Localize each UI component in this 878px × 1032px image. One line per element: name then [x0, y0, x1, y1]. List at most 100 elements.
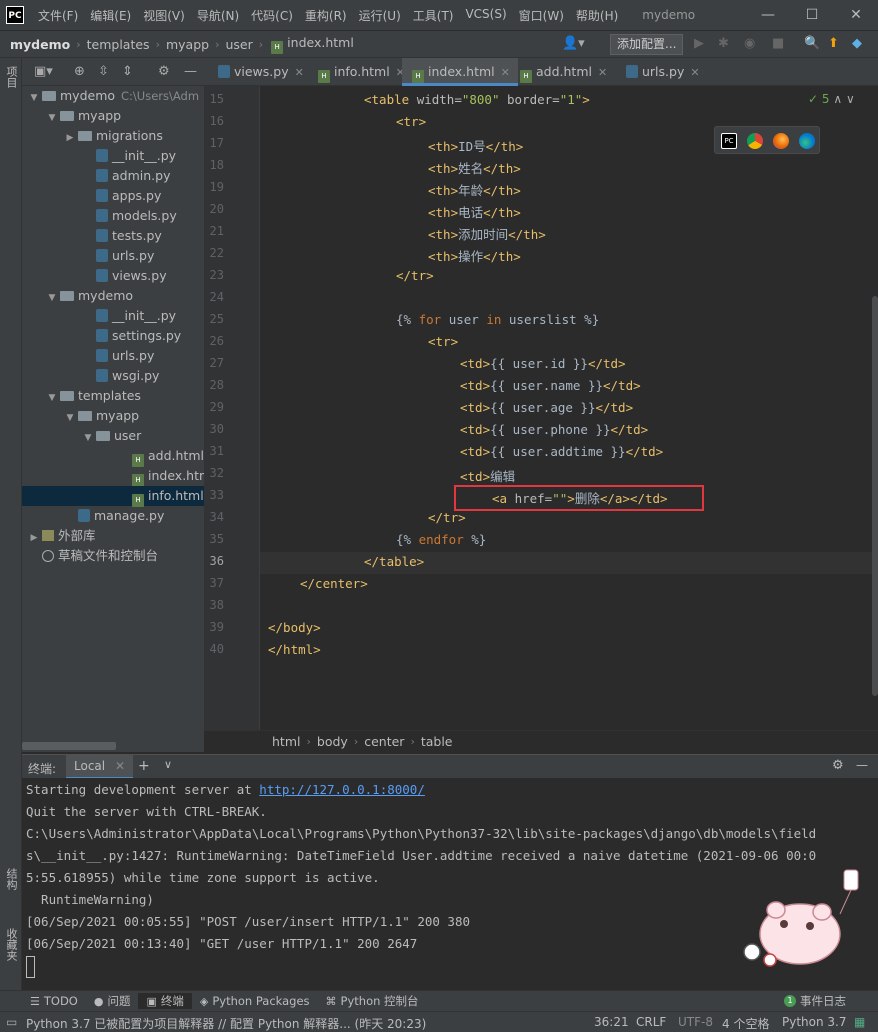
- menu-item[interactable]: 导航(N): [191, 7, 245, 24]
- memory-indicator-icon[interactable]: ▦: [854, 1015, 865, 1029]
- tree-item[interactable]: urls.py: [22, 346, 204, 366]
- tree-item[interactable]: ▼ myapp: [22, 106, 204, 126]
- server-link[interactable]: http://127.0.0.1:8000/: [259, 782, 425, 797]
- tree-item[interactable]: ▶ 外部库: [22, 526, 204, 546]
- code-editor[interactable]: 15 16 17 18 19 20 21 22 23 24 25 26 27 28 29 30 31 32 33 34…: [204, 86, 878, 730]
- update-icon[interactable]: ⬆: [828, 36, 839, 51]
- code-line[interactable]: <th>ID号</th>: [428, 136, 523, 155]
- run-icon[interactable]: ▶: [694, 36, 704, 51]
- maximize-icon[interactable]: ☐: [790, 0, 834, 30]
- close-tab-icon[interactable]: ✕: [501, 66, 510, 79]
- tree-item[interactable]: wsgi.py: [22, 366, 204, 386]
- tool-window-button[interactable]: ▣ 终端: [138, 993, 192, 1009]
- close-tab-icon[interactable]: ✕: [295, 66, 304, 79]
- inspection-widget[interactable]: ✓ 5 ∧ ∨: [808, 92, 855, 106]
- code-line[interactable]: </html>: [268, 642, 321, 657]
- file-encoding[interactable]: UTF-8: [678, 1015, 713, 1029]
- code-line[interactable]: {% endfor %}: [396, 532, 486, 547]
- menu-item[interactable]: VCS(S): [459, 7, 512, 24]
- tree-item[interactable]: ▼ mydemo: [22, 286, 204, 306]
- tree-item[interactable]: Hadd.html: [22, 446, 204, 467]
- tree-item[interactable]: __init__.py: [22, 306, 204, 326]
- tree-item[interactable]: manage.py: [22, 506, 204, 526]
- editor-scrollbar[interactable]: [872, 296, 878, 696]
- tree-item[interactable]: ▶ migrations: [22, 126, 204, 146]
- code-line[interactable]: </table>: [364, 554, 424, 569]
- nav-crumb[interactable]: templates: [87, 37, 150, 52]
- code-line[interactable]: <td>{{ user.name }}</td>: [460, 378, 641, 393]
- structure-crumb[interactable]: center: [364, 734, 404, 749]
- chevron-down-icon[interactable]: ∨: [164, 758, 172, 771]
- event-log-button[interactable]: 1 事件日志: [776, 993, 854, 1009]
- code-line[interactable]: <td>{{ user.addtime }}</td>: [460, 444, 663, 459]
- code-line[interactable]: <tr>: [428, 334, 458, 349]
- user-icon[interactable]: 👤▾: [562, 36, 585, 51]
- tree-scrollbar[interactable]: [22, 742, 116, 750]
- chevron-right-icon[interactable]: ▶: [64, 128, 76, 148]
- terminal-settings-icon[interactable]: ⚙: [832, 758, 844, 773]
- tree-item[interactable]: 草稿文件和控制台: [22, 546, 204, 566]
- search-icon[interactable]: 🔍: [804, 36, 820, 51]
- code-line[interactable]: <td>{{ user.phone }}</td>: [460, 422, 648, 437]
- code-line[interactable]: </body>: [268, 620, 321, 635]
- indent-setting[interactable]: 4 个空格: [722, 1015, 769, 1032]
- terminal-hide-icon[interactable]: —: [856, 758, 868, 772]
- menu-item[interactable]: 帮助(H): [570, 7, 624, 24]
- coverage-icon[interactable]: ◉: [744, 36, 755, 51]
- code-line[interactable]: <tr>: [396, 114, 426, 129]
- menu-item[interactable]: 视图(V): [137, 7, 191, 24]
- code-line[interactable]: <th>添加时间</th>: [428, 224, 546, 243]
- chevron-down-icon[interactable]: ▼: [46, 388, 58, 408]
- status-message[interactable]: Python 3.7 已被配置为项目解释器 // 配置 Python 解释器..…: [26, 1015, 426, 1032]
- tree-item[interactable]: urls.py: [22, 246, 204, 266]
- locate-icon[interactable]: ⊕: [74, 64, 85, 79]
- tree-item[interactable]: __init__.py: [22, 146, 204, 166]
- chrome-icon[interactable]: [747, 133, 763, 149]
- structure-crumb[interactable]: body: [317, 734, 348, 749]
- code-line[interactable]: <td>{{ user.age }}</td>: [460, 400, 633, 415]
- favorites-tool-label[interactable]: 收藏夹: [3, 928, 19, 961]
- tree-item[interactable]: ▼ myapp: [22, 406, 204, 426]
- terminal-output[interactable]: Starting development server at http://12…: [22, 778, 878, 990]
- tree-item[interactable]: ▼ templates: [22, 386, 204, 406]
- menu-item[interactable]: 工具(T): [407, 7, 460, 24]
- close-tab-icon[interactable]: ✕: [598, 66, 607, 79]
- collapse-all-icon[interactable]: ⇕: [122, 64, 133, 79]
- editor-tab[interactable]: Hindex.html ✕: [402, 58, 518, 86]
- code-line[interactable]: </tr>: [428, 510, 466, 525]
- tool-window-button[interactable]: ● 问题: [86, 993, 139, 1009]
- nav-crumb[interactable]: myapp: [166, 37, 209, 52]
- status-icon[interactable]: ▭: [6, 1015, 17, 1029]
- tool-window-button[interactable]: ☰ TODO: [22, 994, 86, 1008]
- caret-position[interactable]: 36:21: [594, 1015, 629, 1029]
- close-tab-icon[interactable]: ✕: [690, 66, 699, 79]
- menu-item[interactable]: 重构(R): [299, 7, 353, 24]
- structure-crumb[interactable]: table: [421, 734, 453, 749]
- code-line[interactable]: <th>电话</th>: [428, 202, 521, 221]
- chevron-down-icon[interactable]: ▼: [46, 288, 58, 308]
- code-line[interactable]: </tr>: [396, 268, 434, 283]
- editor-tab[interactable]: Hadd.html ✕: [510, 58, 615, 86]
- expand-all-icon[interactable]: ⇳: [98, 64, 109, 79]
- tree-item[interactable]: ▼ user: [22, 426, 204, 446]
- project-tool-label[interactable]: 项目: [3, 66, 19, 88]
- new-terminal-icon[interactable]: +: [138, 758, 150, 774]
- structure-crumb[interactable]: html: [272, 734, 300, 749]
- code-line[interactable]: {% for user in userslist %}: [396, 312, 599, 327]
- tree-item[interactable]: views.py: [22, 266, 204, 286]
- code-line[interactable]: <table width="800" border="1">: [364, 92, 590, 107]
- tool-window-button[interactable]: ⌘ Python 控制台: [318, 993, 427, 1009]
- line-separator[interactable]: CRLF: [636, 1015, 666, 1029]
- chevron-down-icon[interactable]: ▼: [64, 408, 76, 428]
- tree-item[interactable]: Hinfo.html: [22, 486, 204, 507]
- ide-logo-icon[interactable]: ◆: [852, 36, 862, 51]
- menu-item[interactable]: 代码(C): [245, 7, 299, 24]
- chevron-down-icon[interactable]: ▼: [28, 88, 40, 108]
- tree-item[interactable]: apps.py: [22, 186, 204, 206]
- structure-tool-label[interactable]: 结构: [3, 868, 19, 890]
- tree-item[interactable]: models.py: [22, 206, 204, 226]
- minimize-icon[interactable]: —: [746, 0, 790, 30]
- tree-item[interactable]: tests.py: [22, 226, 204, 246]
- editor-tab[interactable]: urls.py ✕: [616, 58, 708, 86]
- close-icon[interactable]: ✕: [834, 0, 878, 30]
